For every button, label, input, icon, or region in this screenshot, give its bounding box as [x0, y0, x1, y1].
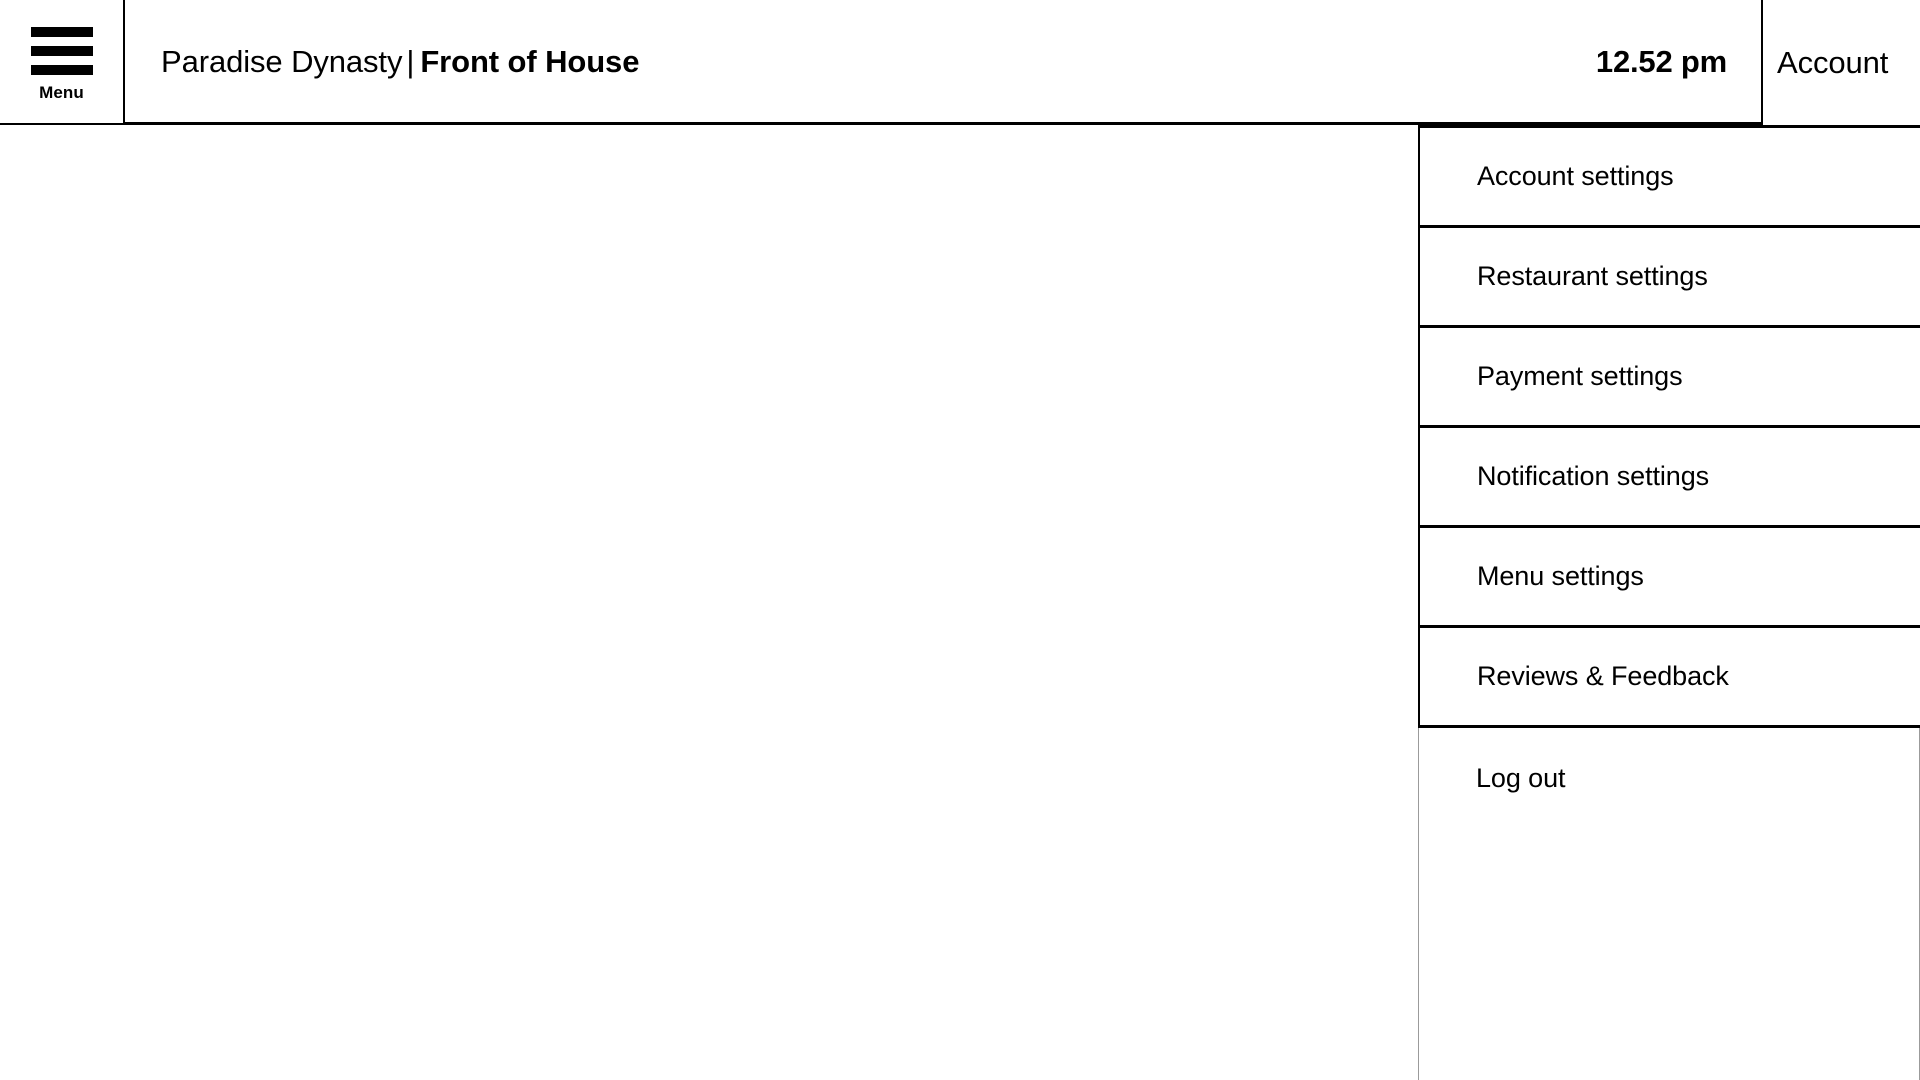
account-button[interactable]: Account — [1763, 0, 1920, 125]
menu-item-label: Menu settings — [1477, 561, 1644, 591]
hamburger-bar-top — [30, 26, 93, 37]
app-root: Menu Paradise Dynasty | Front of House 12.… — [0, 0, 1920, 1080]
menu-button-label: Menu — [39, 82, 84, 102]
page-title: Paradise Dynasty | Front of House — [161, 46, 639, 77]
menu-item-label: Log out — [1476, 762, 1566, 793]
hamburger-bar-middle — [30, 45, 93, 56]
menu-button[interactable]: Menu — [0, 0, 125, 125]
menu-item-label: Restaurant settings — [1477, 261, 1708, 291]
menu-item-reviews-feedback[interactable]: Reviews & Feedback — [1420, 628, 1920, 728]
account-dropdown-secondary-group: Log out — [1418, 728, 1920, 1080]
menu-item-label: Notification settings — [1477, 461, 1710, 491]
top-header-bar: Menu Paradise Dynasty | Front of House 12.… — [0, 0, 1920, 125]
menu-item-restaurant-settings[interactable]: Restaurant settings — [1420, 228, 1920, 328]
restaurant-name: Paradise Dynasty — [161, 43, 403, 79]
account-button-label: Account — [1777, 45, 1889, 80]
title-separator: | — [406, 43, 415, 79]
header-title-bar: Paradise Dynasty | Front of House 12.52 pm — [125, 0, 1763, 125]
clock-display: 12.52 pm — [1595, 43, 1727, 79]
hamburger-menu-icon — [30, 26, 93, 75]
section-name: Front of House — [420, 43, 640, 79]
hamburger-bar-bottom — [30, 64, 93, 75]
menu-item-account-settings[interactable]: Account settings — [1420, 128, 1920, 228]
menu-item-label: Payment settings — [1477, 361, 1683, 391]
menu-item-payment-settings[interactable]: Payment settings — [1420, 328, 1920, 428]
menu-item-label: Reviews & Feedback — [1477, 661, 1729, 691]
account-dropdown-primary-group: Account settings Restaurant settings Pay… — [1418, 125, 1920, 728]
menu-item-notification-settings[interactable]: Notification settings — [1420, 428, 1920, 528]
menu-item-label: Account settings — [1477, 161, 1674, 191]
account-dropdown-menu: Account settings Restaurant settings Pay… — [1418, 125, 1920, 1080]
menu-item-menu-settings[interactable]: Menu settings — [1420, 528, 1920, 628]
menu-item-log-out[interactable]: Log out — [1419, 728, 1919, 828]
